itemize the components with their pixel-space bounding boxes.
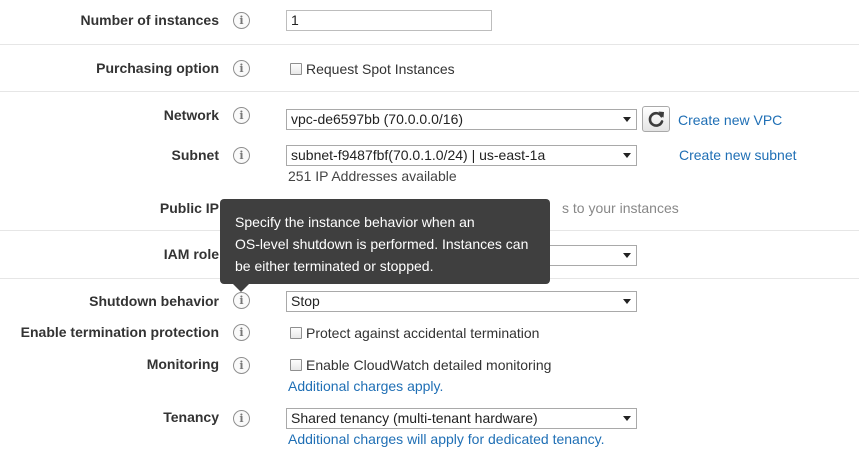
tooltip-line: be either terminated or stopped. [235,258,434,274]
chevron-down-icon [623,253,631,258]
termination-checkbox-label: Protect against accidental termination [306,325,540,341]
create-subnet-link[interactable]: Create new subnet [679,147,797,163]
info-icon[interactable]: i [233,292,250,309]
shutdown-label: Shutdown behavior [89,293,219,309]
subnet-label: Subnet [171,147,219,163]
chevron-down-icon [623,117,631,122]
network-label: Network [163,107,219,123]
network-select-value: vpc-de6597bb (70.0.0.0/16) [291,111,464,127]
instances-label: Number of instances [80,12,219,28]
shutdown-select[interactable]: Stop [286,291,637,312]
tenancy-charges-link[interactable]: Additional charges will apply for dedica… [288,431,604,447]
monitoring-charges-link[interactable]: Additional charges apply. [288,378,443,394]
tenancy-select-value: Shared tenancy (multi-tenant hardware) [291,410,538,426]
tenancy-select[interactable]: Shared tenancy (multi-tenant hardware) [286,408,637,429]
subnet-select-value: subnet-f9487fbf(70.0.1.0/24) | us-east-1… [291,147,546,163]
network-select[interactable]: vpc-de6597bb (70.0.0.0/16) [286,109,637,130]
refresh-icon [648,111,664,127]
info-icon[interactable]: i [233,324,250,341]
row-separator [0,91,859,92]
info-icon[interactable]: i [233,147,250,164]
refresh-button[interactable] [642,106,670,132]
shutdown-tooltip: Specify the instance behavior when an OS… [220,199,550,284]
info-icon[interactable]: i [233,410,250,427]
termination-checkbox[interactable] [290,327,302,339]
public-ip-option-text: s to your instances [562,200,679,216]
public-ip-label: Public IP [159,200,219,216]
tooltip-line: OS-level shutdown is performed. Instance… [235,236,529,252]
instances-input[interactable]: 1 [286,10,492,31]
subnet-available-text: 251 IP Addresses available [288,168,457,184]
monitoring-checkbox-label: Enable CloudWatch detailed monitoring [306,357,552,373]
info-icon[interactable]: i [233,12,250,29]
info-icon[interactable]: i [233,357,250,374]
monitoring-option: Enable CloudWatch detailed monitoring [290,357,551,373]
info-icon[interactable]: i [233,60,250,77]
chevron-down-icon [623,153,631,158]
monitoring-label: Monitoring [146,356,219,372]
chevron-down-icon [623,416,631,421]
subnet-select[interactable]: subnet-f9487fbf(70.0.1.0/24) | us-east-1… [286,145,637,166]
monitoring-checkbox[interactable] [290,359,302,371]
termination-label: Enable termination protection [20,324,219,340]
spot-option: Request Spot Instances [290,61,455,77]
spot-checkbox-label: Request Spot Instances [306,61,455,77]
info-icon[interactable]: i [233,107,250,124]
create-vpc-link[interactable]: Create new VPC [678,112,782,128]
termination-option: Protect against accidental termination [290,325,539,341]
chevron-down-icon [623,299,631,304]
row-separator [0,44,859,45]
iam-role-label: IAM role [163,246,219,262]
purchasing-label: Purchasing option [96,60,219,76]
tenancy-label: Tenancy [163,409,219,425]
tooltip-line: Specify the instance behavior when an [235,214,475,230]
spot-checkbox[interactable] [290,63,302,75]
shutdown-select-value: Stop [291,293,320,309]
tooltip-arrow [233,284,249,292]
